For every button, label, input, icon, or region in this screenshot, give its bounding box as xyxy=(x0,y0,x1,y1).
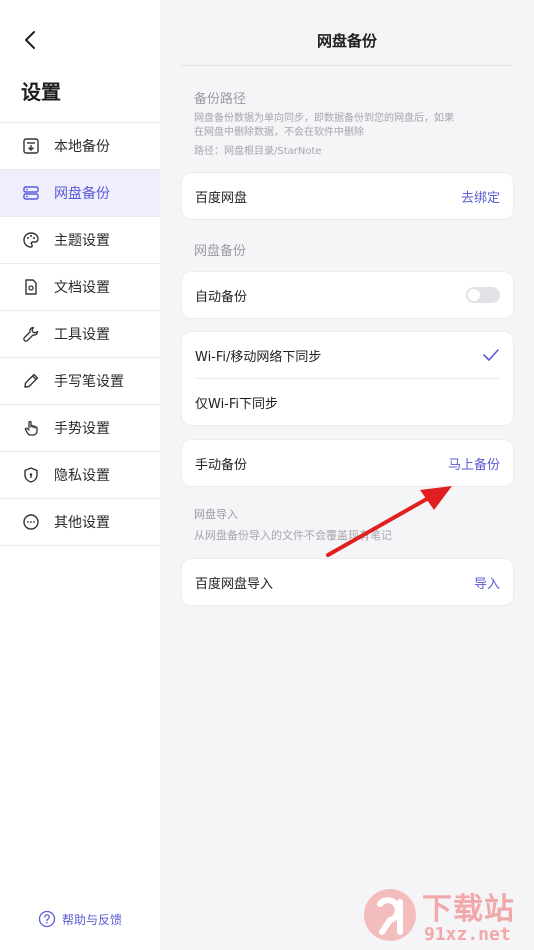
document-settings-icon xyxy=(21,277,41,297)
palette-icon xyxy=(21,230,41,250)
watermark-text-bottom: 91xz.net xyxy=(424,924,511,945)
page-title: 网盘备份 xyxy=(316,32,377,50)
cloud-backup-section-label: 网盘备份 xyxy=(194,244,247,259)
chevron-left-icon xyxy=(25,31,35,49)
sidebar-item-label: 本地备份 xyxy=(54,139,110,155)
sidebar-item-label: 网盘备份 xyxy=(54,186,110,202)
shield-icon xyxy=(21,465,41,485)
toggle-knob xyxy=(468,289,480,301)
sidebar-item-other[interactable]: 其他设置 xyxy=(0,499,160,546)
help-feedback-label: 帮助与反馈 xyxy=(62,912,123,927)
back-button[interactable] xyxy=(18,28,42,52)
local-backup-icon xyxy=(21,136,41,156)
watermark-logo-icon xyxy=(364,889,416,941)
sidebar-item-label: 手写笔设置 xyxy=(54,374,124,390)
settings-menu: 本地备份 网盘备份 主题设置 文档设置 工具设置 手写笔设置 手势设置 隐私设置… xyxy=(0,122,160,546)
check-icon xyxy=(483,349,499,361)
sync-option-label: 仅Wi-Fi下同步 xyxy=(195,396,279,412)
backup-path-desc-line2: 在网盘中删除数据，不会在软件中删除 xyxy=(194,127,364,138)
backup-path-label: 备份路径 xyxy=(194,92,247,107)
cloud-backup-icon xyxy=(21,183,41,203)
sidebar: 设置 本地备份 网盘备份 主题设置 文档设置 工具设置 手写笔设置 手势设置 隐… xyxy=(0,0,160,950)
backup-path-value: 路径：网盘根目录/StarNote xyxy=(194,146,322,157)
help-icon xyxy=(38,910,56,928)
auto-backup-label: 自动备份 xyxy=(195,289,248,305)
manual-backup-card: 手动备份 马上备份 xyxy=(181,439,514,487)
sidebar-item-theme[interactable]: 主题设置 xyxy=(0,217,160,264)
sidebar-item-label: 隐私设置 xyxy=(54,468,110,484)
watermark-logo: 下载站 91xz.net xyxy=(354,880,534,950)
sidebar-item-local-backup[interactable]: 本地备份 xyxy=(0,123,160,170)
baidu-import-card: 百度网盘导入 导入 xyxy=(181,558,514,606)
sync-option-wifi-mobile[interactable]: Wi-Fi/移动网络下同步 xyxy=(182,332,513,378)
cloud-import-desc: 从网盘备份导入的文件不会覆盖现有笔记 xyxy=(194,529,392,542)
sidebar-item-pen[interactable]: 手写笔设置 xyxy=(0,358,160,405)
sidebar-item-document[interactable]: 文档设置 xyxy=(0,264,160,311)
sidebar-item-privacy[interactable]: 隐私设置 xyxy=(0,452,160,499)
sidebar-title: 设置 xyxy=(21,80,61,104)
sidebar-item-label: 工具设置 xyxy=(54,327,110,343)
baidu-pan-card: 百度网盘 去绑定 xyxy=(181,172,514,220)
cloud-import-label: 网盘导入 xyxy=(194,508,238,521)
sidebar-item-cloud-backup[interactable]: 网盘备份 xyxy=(0,170,160,217)
sidebar-item-label: 手势设置 xyxy=(54,421,110,437)
help-feedback-link[interactable]: 帮助与反馈 xyxy=(38,910,122,928)
sync-option-wifi-only[interactable]: 仅Wi-Fi下同步 xyxy=(182,379,513,425)
title-divider xyxy=(181,65,514,66)
backup-path-desc-line1: 网盘备份数据为单向同步，即数据备份到您的网盘后，如果 xyxy=(194,113,454,124)
auto-backup-toggle[interactable] xyxy=(466,287,500,303)
sidebar-item-tools[interactable]: 工具设置 xyxy=(0,311,160,358)
watermark-text-top: 下载站 xyxy=(422,892,515,927)
unbind-button[interactable]: 去绑定 xyxy=(461,187,500,206)
import-button[interactable]: 导入 xyxy=(474,573,500,592)
wrench-icon xyxy=(21,324,41,344)
manual-backup-label: 手动备份 xyxy=(195,457,248,473)
sidebar-item-gesture[interactable]: 手势设置 xyxy=(0,405,160,452)
sync-options-card: Wi-Fi/移动网络下同步 仅Wi-Fi下同步 xyxy=(181,331,514,426)
backup-now-button[interactable]: 马上备份 xyxy=(448,454,500,473)
sync-option-label: Wi-Fi/移动网络下同步 xyxy=(195,349,322,365)
sidebar-item-label: 文档设置 xyxy=(54,280,110,296)
hand-gesture-icon xyxy=(21,418,41,438)
sidebar-item-label: 主题设置 xyxy=(54,233,110,249)
baidu-pan-label: 百度网盘 xyxy=(195,190,248,206)
sidebar-item-label: 其他设置 xyxy=(54,515,110,531)
baidu-import-label: 百度网盘导入 xyxy=(195,576,274,592)
auto-backup-card: 自动备份 xyxy=(181,271,514,319)
pen-icon xyxy=(21,371,41,391)
more-circle-icon xyxy=(21,512,41,532)
